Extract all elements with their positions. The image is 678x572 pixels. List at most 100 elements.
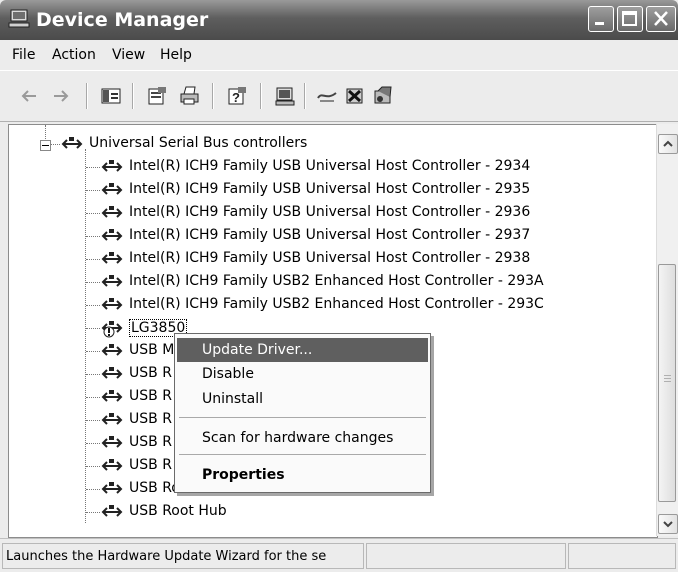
tree-line (86, 282, 100, 283)
status-text: Launches the Hardware Update Wizard for … (6, 549, 327, 564)
usb-icon (101, 482, 123, 494)
tree-group-usb-controllers[interactable]: Universal Serial Bus controllers (9, 133, 649, 155)
menu-item-label: Uninstall (202, 391, 264, 407)
disable-menu-item[interactable]: Disable (177, 362, 428, 386)
usb-icon (61, 137, 83, 149)
usb-icon (101, 413, 123, 425)
close-button[interactable] (646, 6, 676, 32)
chevron-up-icon (663, 140, 673, 147)
usb-warning-icon (101, 321, 123, 338)
computer-icon (8, 9, 30, 28)
tree-item-label: USB M (129, 342, 175, 358)
tree-line (86, 466, 100, 467)
tree-item-label: Intel(R) ICH9 Family USB Universal Host … (129, 227, 531, 243)
update-driver-menu-item[interactable]: Update Driver... (177, 338, 428, 362)
usb-icon (101, 183, 123, 195)
toolbar-separator (86, 83, 88, 109)
tree-item-label: Intel(R) ICH9 Family USB2 Enhanced Host … (129, 273, 544, 289)
help-icon[interactable]: ? (226, 85, 248, 107)
maximize-button[interactable] (617, 6, 643, 32)
maximize-icon (622, 11, 637, 26)
tree-item-label: Intel(R) ICH9 Family USB Universal Host … (129, 250, 531, 266)
print-icon[interactable] (178, 85, 200, 107)
tree-item[interactable]: Intel(R) ICH9 Family USB Universal Host … (9, 225, 649, 247)
vertical-scrollbar[interactable] (656, 124, 678, 536)
tree-item[interactable]: USB Root Hub (9, 501, 649, 523)
back-icon[interactable] (18, 85, 40, 107)
grip-icon (664, 375, 671, 384)
chevron-down-icon (663, 521, 673, 528)
status-pane (568, 543, 676, 569)
usb-icon (101, 390, 123, 402)
tree-item[interactable]: Intel(R) ICH9 Family USB Universal Host … (9, 202, 649, 224)
toolbar-separator (132, 83, 134, 109)
tree-item[interactable]: Intel(R) ICH9 Family USB Universal Host … (9, 248, 649, 270)
tree-line (86, 259, 100, 260)
menu-item-label: Update Driver... (202, 342, 313, 358)
usb-icon (101, 344, 123, 356)
usb-icon (101, 298, 123, 310)
menu-item-label: Scan for hardware changes (202, 430, 394, 446)
usb-icon (101, 505, 123, 517)
tree-line (86, 397, 100, 398)
tree-item[interactable]: Intel(R) ICH9 Family USB Universal Host … (9, 179, 649, 201)
tree-item[interactable]: Intel(R) ICH9 Family USB2 Enhanced Host … (9, 271, 649, 293)
tree-item[interactable]: Intel(R) ICH9 Family USB Universal Host … (9, 156, 649, 178)
tree-item-label: Intel(R) ICH9 Family USB Universal Host … (129, 158, 531, 174)
tree-line (86, 443, 100, 444)
forward-icon[interactable] (50, 85, 72, 107)
usb-icon (101, 252, 123, 264)
tree-item-label: Intel(R) ICH9 Family USB Universal Host … (129, 204, 531, 220)
show-hide-tree-icon[interactable] (100, 85, 122, 107)
menu-separator (179, 454, 426, 455)
tree-item-label: USB R (129, 434, 172, 450)
tree-line (86, 374, 100, 375)
tree-item-label: USB R (129, 411, 172, 427)
scan-hardware-menu-item[interactable]: Scan for hardware changes (177, 426, 428, 450)
tree-item-label: USB R (129, 365, 172, 381)
tree-item-label: Intel(R) ICH9 Family USB Universal Host … (129, 181, 531, 197)
scroll-thumb[interactable] (658, 264, 676, 502)
tree-line (86, 305, 100, 306)
menu-item-label: Disable (202, 366, 254, 382)
device-manager-window: Device Manager File Action View Help ? U… (0, 0, 678, 572)
minimize-button[interactable] (588, 6, 614, 32)
menu-help[interactable]: Help (160, 47, 192, 63)
usb-icon (101, 160, 123, 172)
properties-menu-item[interactable]: Properties (177, 463, 428, 487)
uninstall-menu-item[interactable]: Uninstall (177, 387, 428, 411)
menu-file[interactable]: File (12, 47, 35, 63)
tree-line (86, 167, 100, 168)
tree-item-label: USB R (129, 457, 172, 473)
tree-line (86, 213, 100, 214)
usb-icon (101, 206, 123, 218)
tree-line (86, 489, 100, 490)
scroll-up-button[interactable] (658, 134, 678, 154)
properties-icon[interactable] (146, 85, 168, 107)
scan-hardware-icon[interactable] (274, 85, 296, 107)
tree-group-label: Universal Serial Bus controllers (89, 135, 308, 151)
usb-icon (101, 275, 123, 287)
menu-action[interactable]: Action (52, 47, 96, 63)
usb-icon (101, 229, 123, 241)
disable-icon[interactable] (372, 85, 394, 107)
update-driver-icon[interactable] (316, 85, 338, 107)
menu-bar: File Action View Help (0, 40, 678, 70)
context-menu: Update Driver... Disable Uninstall Scan … (174, 333, 431, 493)
usb-icon (101, 436, 123, 448)
usb-icon (101, 459, 123, 471)
toolbar-separator (212, 83, 214, 109)
tree-line (86, 351, 100, 352)
tree-item[interactable]: Intel(R) ICH9 Family USB2 Enhanced Host … (9, 294, 649, 316)
toolbar-separator (260, 83, 262, 109)
menu-item-label: Properties (202, 467, 285, 483)
menu-view[interactable]: View (112, 47, 145, 63)
tree-item-label: USB Root Hub (129, 503, 227, 519)
tree-line (86, 236, 100, 237)
scroll-down-button[interactable] (658, 514, 678, 534)
minimize-icon (595, 22, 604, 25)
menu-separator (179, 417, 426, 418)
uninstall-icon[interactable] (344, 85, 366, 107)
usb-icon (101, 367, 123, 379)
title-bar[interactable]: Device Manager (0, 0, 678, 40)
